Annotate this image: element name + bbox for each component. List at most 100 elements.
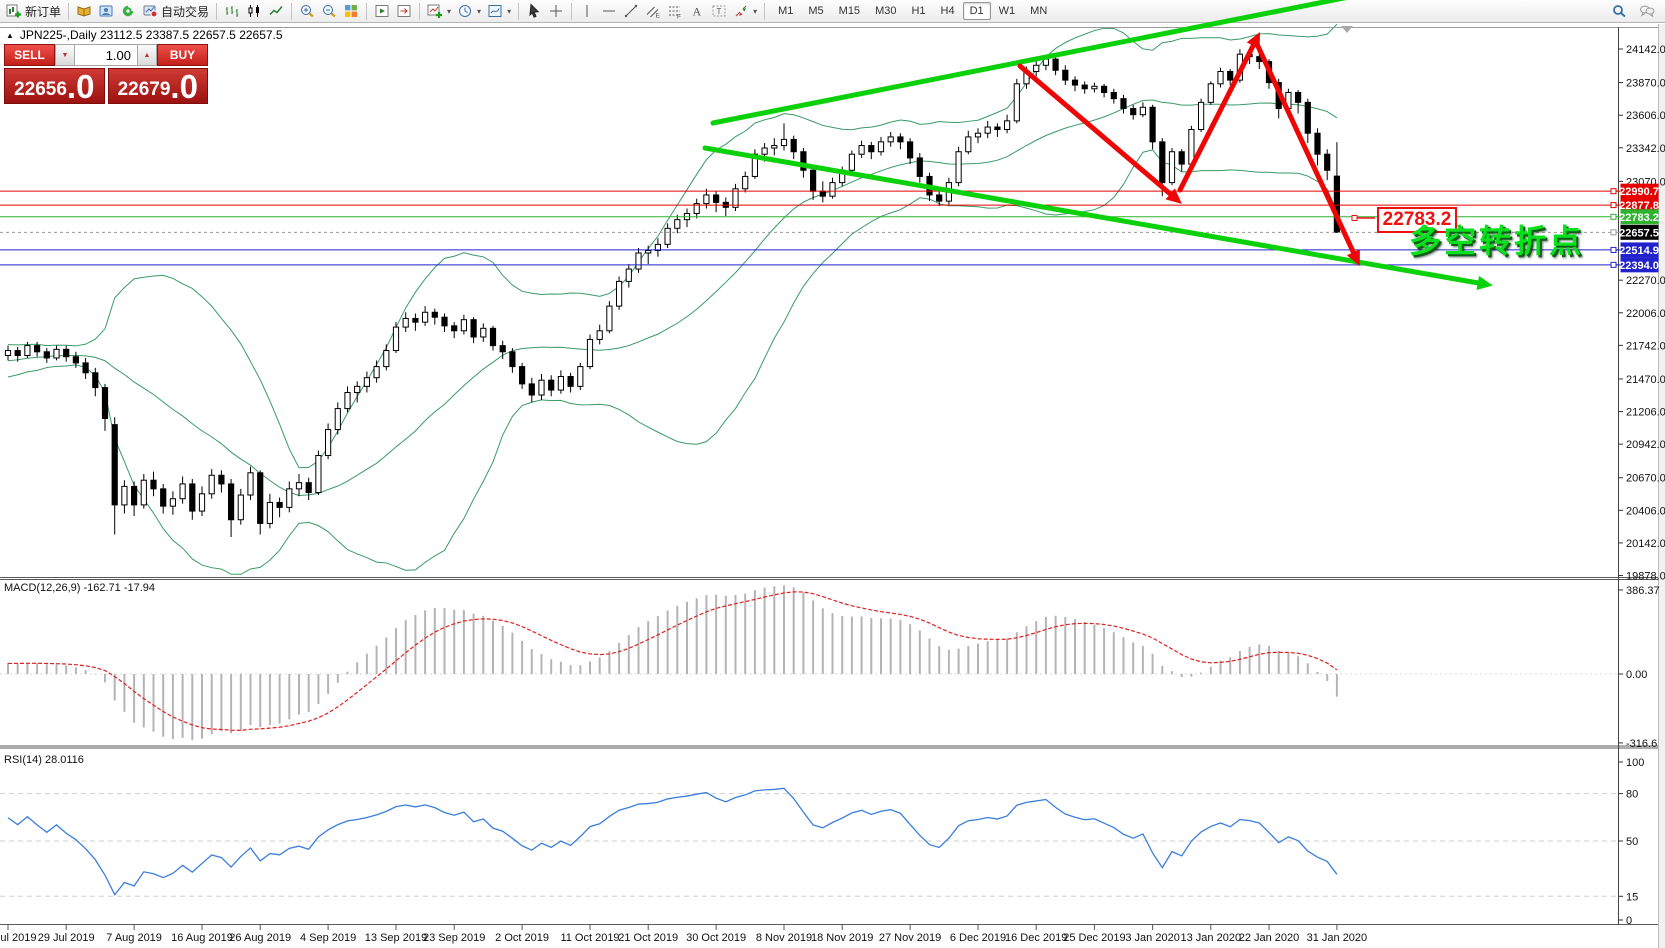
channel-button[interactable]: E: [642, 1, 664, 21]
templates-button[interactable]: ▾: [484, 1, 514, 21]
autotrade-icon: [142, 3, 158, 19]
arrows-button[interactable]: ▾: [730, 1, 760, 21]
chat-button[interactable]: [1636, 1, 1658, 21]
toolbar-separator: [764, 3, 765, 20]
svg-text:6 Dec 2019: 6 Dec 2019: [950, 932, 1006, 944]
timeframe-mn[interactable]: MN: [1023, 2, 1054, 20]
svg-text:23870.0: 23870.0: [1626, 78, 1665, 90]
rsi-label: RSI(14) 28.0116: [4, 754, 84, 766]
text-label-button[interactable]: T: [708, 1, 730, 21]
chart-shift-button[interactable]: [393, 1, 415, 21]
timeframe-m30[interactable]: M30: [868, 2, 903, 20]
candle-chart-button[interactable]: [243, 1, 265, 21]
svg-text:22514.9: 22514.9: [1619, 245, 1659, 257]
svg-text:31 Jan 2020: 31 Jan 2020: [1307, 932, 1368, 944]
cursor-icon: [526, 3, 542, 19]
buy-price[interactable]: 22679.0: [108, 68, 209, 104]
svg-text:22006.0: 22006.0: [1626, 308, 1665, 320]
text-button[interactable]: A: [686, 1, 708, 21]
horizontal-line-button[interactable]: [598, 1, 620, 21]
trendline-icon: [623, 3, 639, 19]
toolbar-separator: [419, 3, 420, 20]
sell-price[interactable]: 22656.0: [4, 68, 105, 104]
volume-decrease-button[interactable]: ▼: [55, 44, 75, 66]
toolbar-separator: [291, 3, 292, 20]
toolbar-separator: [366, 3, 367, 20]
svg-text:100: 100: [1626, 757, 1644, 769]
volume-increase-button[interactable]: ▲: [137, 44, 157, 66]
toolbar-separator: [216, 3, 217, 20]
svg-text:4 Sep 2019: 4 Sep 2019: [300, 932, 356, 944]
collapse-quote-icon[interactable]: ▲: [6, 31, 14, 40]
sell-button[interactable]: SELL: [4, 44, 55, 66]
search-button[interactable]: [1608, 1, 1630, 21]
chevron-down-icon[interactable]: ▾: [753, 7, 757, 16]
line-chart-button[interactable]: [265, 1, 287, 21]
bar-chart-button[interactable]: [221, 1, 243, 21]
auto-scroll-button[interactable]: [371, 1, 393, 21]
timeframe-h4[interactable]: H4: [934, 2, 962, 20]
timeframe-m5[interactable]: M5: [801, 2, 830, 20]
new-order-button-label: 新订单: [25, 3, 61, 20]
chevron-down-icon[interactable]: ▾: [447, 7, 451, 16]
timeframe-d1[interactable]: D1: [963, 2, 991, 20]
timeframe-group: M1M5M15M30H1H4D1W1MN: [771, 2, 1054, 20]
volume-input[interactable]: [75, 44, 137, 66]
market-watch-button[interactable]: [73, 1, 95, 21]
sell-price-main: 22656: [14, 79, 67, 101]
svg-text:23606.0: 23606.0: [1626, 110, 1665, 122]
templates-icon: [487, 3, 503, 19]
svg-text:T: T: [717, 7, 722, 16]
fibonacci-button[interactable]: F: [664, 1, 686, 21]
chart-shift-icon: [396, 3, 412, 19]
svg-text:21 Oct 2019: 21 Oct 2019: [618, 932, 678, 944]
horizontal-line-icon: [601, 3, 617, 19]
svg-text:23 Sep 2019: 23 Sep 2019: [423, 932, 485, 944]
autotrade-button-label: 自动交易: [161, 3, 209, 20]
macd-label: MACD(12,26,9) -162.71 -17.94: [4, 582, 155, 594]
cursor-button[interactable]: [523, 1, 545, 21]
navigator-button[interactable]: [117, 1, 139, 21]
autotrade-button[interactable]: 自动交易: [139, 1, 212, 21]
tile-windows-icon: [343, 3, 359, 19]
svg-text:2 Oct 2019: 2 Oct 2019: [495, 932, 549, 944]
timeframe-m1[interactable]: M1: [771, 2, 800, 20]
chevron-down-icon[interactable]: ▾: [507, 7, 511, 16]
crosshair-button[interactable]: [545, 1, 567, 21]
timeframe-h1[interactable]: H1: [904, 2, 932, 20]
indicators-button[interactable]: ▾: [424, 1, 454, 21]
zoom-out-button[interactable]: [318, 1, 340, 21]
chart-canvas[interactable]: 24142.023870.023606.023342.023070.022270…: [0, 0, 1665, 948]
periods-icon: [457, 3, 473, 19]
toolbar: 新订单 自动交易 ▾ ▾ ▾ EFA T ▾ M1M5M15M30H1H4D1W1MN: [0, 0, 1665, 23]
svg-text:13 Jan 2020: 13 Jan 2020: [1181, 932, 1242, 944]
trendline-button[interactable]: [620, 1, 642, 21]
svg-text:22394.0: 22394.0: [1619, 260, 1659, 272]
toolbar-separator: [68, 3, 69, 20]
data-window-button[interactable]: [95, 1, 117, 21]
svg-text:13 Sep 2019: 13 Sep 2019: [365, 932, 427, 944]
svg-text:21206.0: 21206.0: [1626, 407, 1665, 419]
timeframe-m15[interactable]: M15: [832, 2, 867, 20]
svg-text:22783.2: 22783.2: [1619, 212, 1659, 224]
vertical-line-button[interactable]: [576, 1, 598, 21]
svg-text:20406.0: 20406.0: [1626, 505, 1665, 517]
svg-text:7 Aug 2019: 7 Aug 2019: [106, 932, 162, 944]
svg-text:19 Jul 2019: 19 Jul 2019: [0, 932, 36, 944]
svg-text:386.37: 386.37: [1626, 585, 1660, 597]
svg-text:22990.7: 22990.7: [1619, 186, 1659, 198]
periods-button[interactable]: ▾: [454, 1, 484, 21]
new-order-button[interactable]: 新订单: [3, 1, 64, 21]
text-label-icon: T: [711, 3, 727, 19]
timeframe-w1[interactable]: W1: [992, 2, 1023, 20]
zoom-in-button[interactable]: [296, 1, 318, 21]
svg-text:E: E: [656, 13, 661, 20]
tile-windows-button[interactable]: [340, 1, 362, 21]
crosshair-icon: [548, 3, 564, 19]
chevron-down-icon[interactable]: ▾: [477, 7, 481, 16]
svg-text:0.00: 0.00: [1626, 669, 1647, 681]
line-chart-icon: [268, 3, 284, 19]
svg-text:A: A: [693, 5, 702, 19]
buy-button[interactable]: BUY: [157, 44, 208, 66]
zoom-out-icon: [321, 3, 337, 19]
